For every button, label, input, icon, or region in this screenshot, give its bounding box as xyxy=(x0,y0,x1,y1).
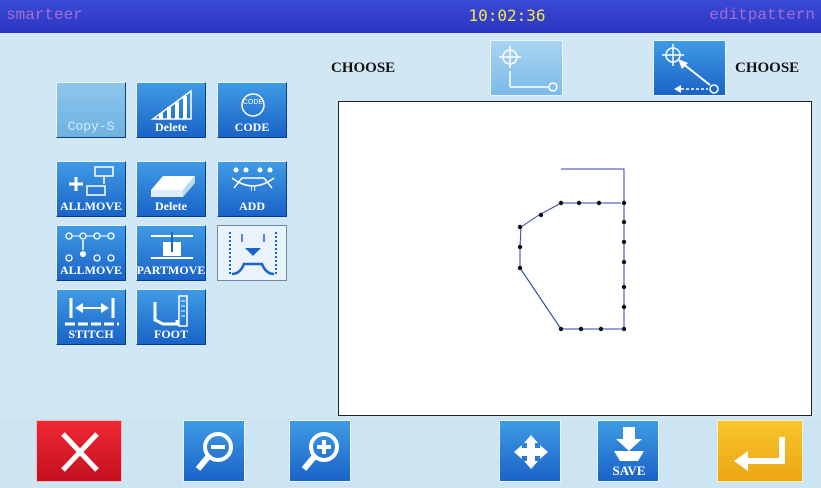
shape-transform-button[interactable] xyxy=(217,225,287,281)
pattern-canvas[interactable] xyxy=(338,101,812,416)
pattern-shape xyxy=(517,168,627,332)
stitch-button[interactable]: STITCH xyxy=(56,289,126,345)
svg-text:n: n xyxy=(250,183,256,194)
brand-label: smarteer xyxy=(6,6,83,24)
cancel-button[interactable] xyxy=(36,420,122,482)
enter-button[interactable] xyxy=(717,420,803,482)
bottom-bar xyxy=(0,418,821,485)
clock-display: 10:02:36 xyxy=(468,6,546,25)
enter-return-icon xyxy=(734,437,785,471)
partmove-icon xyxy=(151,232,193,259)
foot-button[interactable]: FOOT xyxy=(136,289,206,345)
stair-ramp-icon xyxy=(150,89,192,120)
save-label: SAVE xyxy=(612,463,646,478)
add-button[interactable]: n ADD xyxy=(217,161,287,217)
choose-end-point-button[interactable] xyxy=(653,40,726,96)
move-arrows-icon xyxy=(514,435,548,469)
code-button[interactable]: CODE CODE xyxy=(217,82,287,138)
zoom-in-icon xyxy=(301,432,339,471)
copy-s-button[interactable]: Copy-S xyxy=(56,82,126,138)
zoom-in-button[interactable] xyxy=(289,420,351,482)
presser-foot-icon xyxy=(153,295,188,327)
eraser-block-icon xyxy=(151,176,195,197)
allmove-icon xyxy=(69,166,114,196)
code-badge-text: CODE xyxy=(242,99,264,106)
partmove-button[interactable]: PARTMOVE xyxy=(136,225,206,281)
delete-block-button[interactable]: Delete xyxy=(136,161,206,217)
choose-label-left: CHOOSE xyxy=(331,60,396,76)
target-end-icon xyxy=(662,44,719,94)
close-icon xyxy=(61,432,99,472)
save-button[interactable]: SAVE xyxy=(597,420,659,482)
stitch-points xyxy=(517,200,627,332)
allmove-points-button[interactable]: ALLMOVE xyxy=(56,225,126,281)
stitch-length-icon xyxy=(65,298,119,326)
move-button[interactable] xyxy=(499,420,561,482)
mode-label: editpattern xyxy=(709,6,815,24)
copy-s-label: Copy-S xyxy=(67,119,115,134)
zoom-out-icon xyxy=(195,432,233,471)
allmove-button[interactable]: ALLMOVE xyxy=(56,161,126,217)
target-start-icon xyxy=(499,46,558,92)
zoom-out-button[interactable] xyxy=(183,420,245,482)
choose-start-point-button[interactable] xyxy=(490,40,563,96)
chain-points-icon xyxy=(65,232,115,262)
delete-stitch-button[interactable]: Delete xyxy=(136,82,206,138)
choose-label-right: CHOOSE xyxy=(735,60,800,76)
title-bar: smarteer 10:02:36 editpattern xyxy=(0,0,821,33)
add-point-icon: n xyxy=(231,167,275,194)
shape-transform-icon xyxy=(229,232,277,276)
